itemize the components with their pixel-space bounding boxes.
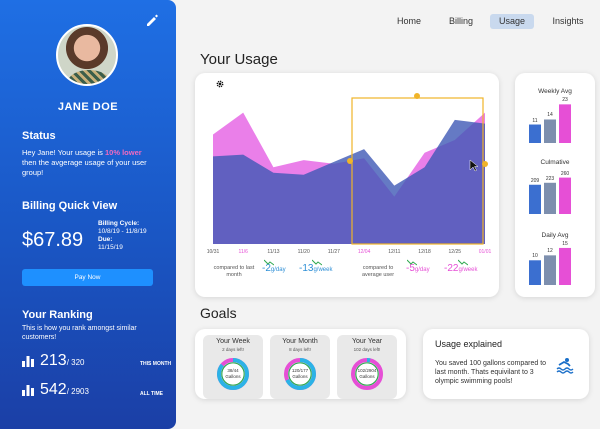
bar-value-label: 23 — [562, 97, 568, 104]
bar-value-label: 14 — [547, 112, 553, 119]
bar-value-label: 12 — [547, 248, 553, 255]
swimmer-icon — [556, 358, 574, 374]
bar-value-label: 209 — [530, 177, 540, 184]
goal-year[interactable]: Your Year 102 days left! 102/2904 Gallons — [337, 335, 397, 399]
goal-week[interactable]: Your Week 2 days left! 38/44 Gallons — [203, 335, 263, 399]
bar-value-label: 260 — [560, 170, 570, 177]
mini-bar — [529, 260, 541, 285]
mini-bar — [529, 184, 541, 214]
bar-value-label: 10 — [532, 253, 538, 260]
mini-bar — [544, 255, 556, 285]
mini-bar — [559, 177, 571, 214]
bar-value-label: 223 — [545, 175, 555, 182]
usage-explained-text: You saved 100 gallons compared to last m… — [435, 360, 547, 385]
usage-explained-title: Usage explained — [435, 339, 503, 349]
mini-bar — [544, 182, 556, 214]
goal-month[interactable]: Your Month 8 days left! 120/177 Gallons — [270, 335, 330, 399]
mini-bar — [559, 104, 571, 143]
mini-bar — [559, 247, 571, 285]
bar-value-label: 11 — [532, 117, 538, 124]
bar-value-label: 15 — [562, 240, 568, 247]
mini-bar — [544, 119, 556, 143]
goals-title: Goals — [200, 305, 237, 321]
mini-bar — [529, 124, 541, 143]
